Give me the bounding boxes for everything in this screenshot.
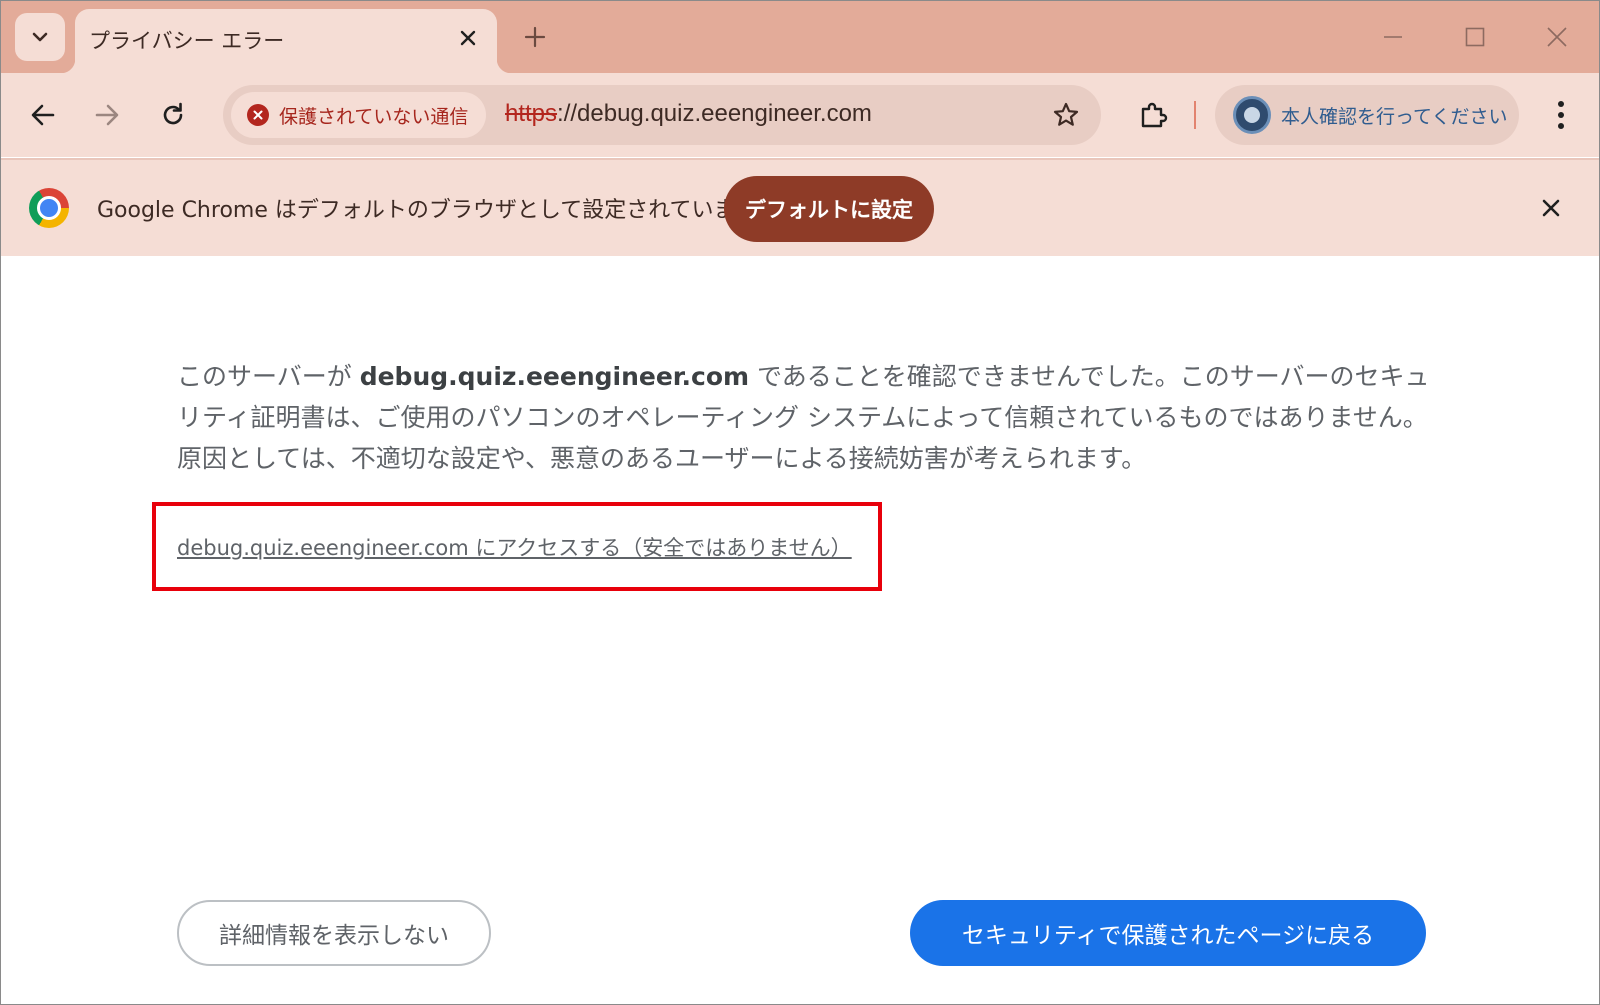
more-vert-icon (1558, 101, 1564, 129)
maximize-button[interactable] (1445, 15, 1505, 59)
security-chip-label: 保護されていない通信 (279, 105, 469, 128)
proceed-unsafe-link[interactable]: debug.quiz.eeengineer.com にアクセスする（安全ではあり… (177, 532, 852, 562)
extensions-button[interactable] (1129, 91, 1177, 139)
back-to-safety-button[interactable]: セキュリティで保護されたページに戻る (910, 900, 1426, 966)
paragraph-text-start: このサーバーが (177, 362, 360, 391)
tab-strip: プライバシー エラー (1, 1, 1599, 73)
star-icon (1053, 102, 1079, 126)
avatar (1233, 96, 1271, 134)
minimize-button[interactable] (1363, 15, 1423, 59)
bookmark-button[interactable] (1049, 98, 1083, 132)
profile-button[interactable]: 本人確認を行ってください (1215, 85, 1519, 145)
error-details-paragraph: このサーバーが debug.quiz.eeengineer.com であることを… (177, 356, 1435, 479)
close-icon (1547, 27, 1567, 47)
address-bar[interactable]: 保護されていない通信 https://debug.quiz.eeengineer… (223, 85, 1101, 145)
security-chip[interactable]: 保護されていない通信 (231, 92, 487, 138)
infobar-message: Google Chrome はデフォルトのブラウザとして設定されていません (97, 198, 779, 223)
hide-details-button[interactable]: 詳細情報を表示しない (177, 900, 491, 966)
forward-button[interactable] (83, 91, 131, 139)
toolbar-separator (1194, 101, 1196, 129)
tab-title: プライバシー エラー (89, 29, 285, 53)
window-close-button[interactable] (1527, 15, 1587, 59)
close-icon (460, 30, 476, 46)
default-browser-infobar: Google Chrome はデフォルトのブラウザとして設定されていません デフ… (1, 158, 1599, 256)
tab-search-button[interactable] (15, 13, 65, 61)
url-text[interactable]: https://debug.quiz.eeengineer.com (505, 100, 872, 128)
paragraph-domain: debug.quiz.eeengineer.com (359, 362, 750, 391)
menu-button[interactable] (1541, 91, 1581, 139)
puzzle-icon (1141, 102, 1168, 128)
chevron-down-icon (32, 32, 48, 42)
interstitial-content: このサーバーが debug.quiz.eeengineer.com であることを… (1, 256, 1599, 1004)
not-secure-icon (247, 104, 269, 126)
url-scheme: https (505, 100, 558, 127)
back-button[interactable] (19, 91, 67, 139)
reload-button[interactable] (149, 91, 197, 139)
chrome-logo-icon (29, 188, 69, 228)
tab-close-button[interactable] (453, 23, 483, 53)
toolbar: 保護されていない通信 https://debug.quiz.eeengineer… (1, 73, 1599, 157)
url-host: ://debug.quiz.eeengineer.com (557, 100, 872, 127)
arrow-right-icon (95, 104, 119, 126)
infobar-close-button[interactable] (1533, 190, 1569, 226)
close-icon (1542, 199, 1560, 217)
minimize-icon (1384, 36, 1402, 38)
tab-privacy-error[interactable]: プライバシー エラー (61, 9, 511, 73)
browser-window: プライバシー エラー 保護されていない通信 https://debug.quiz… (0, 0, 1600, 1005)
reload-icon (163, 102, 183, 125)
set-default-button[interactable]: デフォルトに設定 (724, 176, 934, 242)
plus-icon (524, 26, 546, 48)
arrow-left-icon (31, 104, 55, 126)
new-tab-button[interactable] (517, 19, 553, 55)
maximize-icon (1465, 27, 1485, 47)
profile-label: 本人確認を行ってください (1281, 105, 1508, 128)
